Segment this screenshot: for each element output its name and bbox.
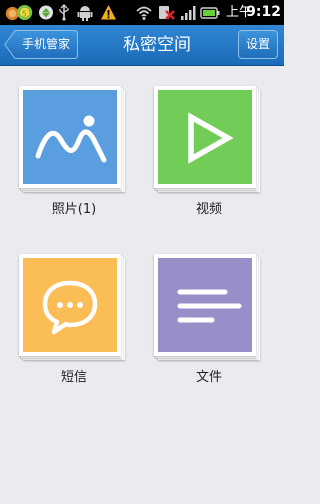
card-face	[19, 86, 121, 188]
android-debug-icon	[77, 6, 93, 21]
usb-icon	[59, 4, 69, 21]
status-bar: 5 上午 9:12	[0, 0, 284, 25]
back-button[interactable]: 手机管家	[4, 30, 78, 59]
photos-card-stack	[19, 86, 129, 196]
title-bar: 手机管家 私密空间 设置	[0, 25, 284, 66]
photos-label: 照片(1)	[51, 202, 97, 217]
screen: 5 上午 9:12 手机管家 私密空间 设置 照片(1) 视频 短信 文件	[0, 0, 284, 504]
files-icon-bg	[158, 258, 252, 352]
no-sim-icon	[159, 6, 175, 20]
video-label: 视频	[195, 202, 222, 217]
files-label: 文件	[195, 370, 222, 385]
photos-tile[interactable]: 照片(1)	[19, 86, 129, 226]
settings-button[interactable]: 设置	[238, 30, 278, 59]
clock: 9:12	[246, 4, 281, 20]
warning-icon	[101, 5, 116, 20]
document-icon	[177, 289, 242, 323]
message-icon	[42, 280, 98, 335]
sms-tile[interactable]: 短信	[19, 254, 129, 394]
photo-icon	[35, 115, 107, 163]
svg-text:5: 5	[22, 9, 27, 18]
files-card-stack	[154, 254, 264, 364]
play-icon	[188, 112, 234, 164]
battery-icon	[200, 7, 220, 19]
sms-label: 短信	[60, 370, 87, 385]
sms-card-stack	[19, 254, 129, 364]
video-tile[interactable]: 视频	[154, 86, 264, 226]
card-face	[19, 254, 121, 356]
wifi-icon	[136, 6, 152, 20]
card-face	[154, 254, 256, 356]
sms-icon-bg	[23, 258, 117, 352]
photos-icon-bg	[23, 90, 117, 184]
app-notification-icon: 5	[5, 4, 33, 21]
signal-icon	[181, 6, 196, 20]
video-card-stack	[154, 86, 264, 196]
page-title: 私密空间	[123, 35, 191, 55]
video-icon-bg	[158, 90, 252, 184]
card-face	[154, 86, 256, 188]
back-button-label: 手机管家	[21, 37, 70, 51]
files-tile[interactable]: 文件	[154, 254, 264, 394]
sync-icon	[39, 5, 53, 20]
